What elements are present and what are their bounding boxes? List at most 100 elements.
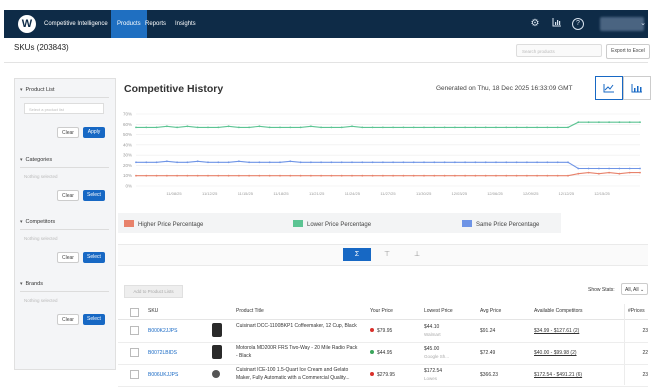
- sum-segment[interactable]: Σ: [343, 248, 371, 261]
- filter-header-competitors[interactable]: ▾ Competitors: [20, 217, 109, 227]
- clear-button[interactable]: Clear: [57, 190, 79, 201]
- divider: [20, 97, 109, 98]
- bar-chart-toggle[interactable]: [623, 76, 651, 100]
- table-row[interactable]: B000K2JJPS Cuisinart DCC-1100BKP1 Coffee…: [118, 320, 648, 343]
- product-list-select[interactable]: Select a product list: [24, 103, 104, 114]
- data-point: [412, 126, 415, 129]
- gear-icon[interactable]: ⚙: [528, 17, 542, 31]
- select-all-checkbox[interactable]: [130, 308, 139, 317]
- data-point: [289, 160, 292, 163]
- line-chart-toggle[interactable]: [595, 76, 623, 100]
- legend-item-higher[interactable]: Higher Price Percentage: [124, 220, 203, 228]
- data-point: [176, 161, 178, 164]
- legend-item-same[interactable]: Same Price Percentage: [462, 220, 539, 228]
- data-point: [526, 126, 528, 129]
- available-competitors-link[interactable]: $34.99 - $127.61 (2): [534, 328, 579, 334]
- y-tick-label: 40%: [123, 142, 132, 147]
- filter-hint: Nothing selected: [24, 298, 58, 303]
- chevron-down-icon: ⌄: [640, 287, 645, 293]
- row-checkbox[interactable]: [130, 326, 139, 335]
- product-title: Cuisinart ICE-100 1.5-Quart Ice Cream an…: [236, 367, 350, 381]
- data-point: [155, 126, 158, 129]
- available-competitors-link[interactable]: $172.54 - $491.21 (6): [534, 372, 582, 378]
- data-point: [639, 167, 641, 170]
- data-point: [443, 126, 446, 129]
- data-point: [505, 126, 508, 129]
- chart-icon[interactable]: [550, 17, 564, 31]
- column-lowest-price[interactable]: Lowest Price: [424, 308, 453, 314]
- data-point: [433, 174, 436, 177]
- data-point: [556, 161, 559, 164]
- competitive-history-title: Competitive History: [124, 83, 224, 95]
- apply-button[interactable]: Apply: [83, 127, 105, 138]
- search-input[interactable]: Search products: [516, 44, 602, 57]
- show-stats-select[interactable]: All, All ⌄: [621, 283, 648, 295]
- column-product-title[interactable]: Product Title: [236, 308, 264, 314]
- column-available-competitors[interactable]: Available Competitors: [534, 308, 583, 314]
- available-competitors-link[interactable]: $40.00 - $99.98 (2): [534, 350, 577, 356]
- legend-label: Same Price Percentage: [476, 222, 540, 228]
- sku-link[interactable]: B006UKJJPS: [148, 372, 178, 378]
- data-point: [330, 126, 333, 129]
- clear-button[interactable]: Clear: [57, 314, 79, 325]
- data-point: [176, 174, 178, 177]
- data-point: [628, 171, 631, 174]
- data-point: [639, 121, 641, 124]
- table-row[interactable]: B006UKJJPS Cuisinart ICE-100 1.5-Quart I…: [118, 364, 648, 387]
- data-point: [474, 174, 477, 177]
- bottom-segment[interactable]: ⊥: [403, 248, 431, 261]
- data-point: [515, 161, 518, 164]
- table-row[interactable]: B0072LBIDS Motorola MD200R FRS Two-Way -…: [118, 342, 648, 365]
- help-icon[interactable]: ?: [572, 18, 584, 30]
- clear-button[interactable]: Clear: [57, 127, 79, 138]
- data-point: [515, 126, 518, 129]
- page-title: SKUs (203843): [14, 43, 69, 52]
- data-point: [371, 161, 374, 164]
- filter-categories: ▾ Categories Nothing selected Clear Selec…: [20, 155, 109, 201]
- clear-button[interactable]: Clear: [57, 252, 79, 263]
- data-point: [217, 174, 220, 177]
- nav-item-products[interactable]: Products: [111, 10, 147, 38]
- export-button[interactable]: Export to Excel: [606, 44, 650, 59]
- column-your-price[interactable]: Your Price: [370, 308, 393, 314]
- data-point: [454, 174, 456, 177]
- select-button[interactable]: Select: [83, 190, 105, 201]
- filter-header-product-list[interactable]: ▾ Product List: [20, 85, 109, 95]
- select-button[interactable]: Select: [83, 252, 105, 263]
- column-prices[interactable]: #Prices: [628, 308, 645, 314]
- nav-item-insights[interactable]: Insights: [175, 10, 196, 38]
- data-point: [135, 174, 137, 177]
- brand-logo[interactable]: W: [18, 15, 36, 33]
- data-point: [320, 174, 322, 177]
- x-tick-label: 12/09/25: [523, 191, 539, 196]
- data-point: [207, 174, 209, 177]
- chevron-down-icon[interactable]: ⌄: [636, 17, 650, 31]
- data-point: [268, 126, 271, 129]
- column-sku[interactable]: SKU: [148, 308, 158, 314]
- select-button[interactable]: Select: [83, 314, 105, 325]
- data-point: [608, 167, 610, 170]
- caret-down-icon: ▾: [20, 87, 23, 93]
- filter-header-categories[interactable]: ▾ Categories: [20, 155, 109, 165]
- data-point: [577, 121, 580, 124]
- column-avg-price[interactable]: Avg Price: [480, 308, 501, 314]
- nav-item-reports[interactable]: Reports: [145, 10, 166, 38]
- legend-item-lower[interactable]: Lower Price Percentage: [293, 220, 371, 228]
- data-point: [340, 174, 343, 177]
- top-segment[interactable]: ⊤: [373, 248, 401, 261]
- data-point: [402, 126, 405, 129]
- filter-header-brands[interactable]: ▾ Brands: [20, 279, 109, 289]
- data-point: [135, 126, 137, 129]
- nav-item-competitive-intelligence[interactable]: Competitive Intelligence: [44, 10, 108, 38]
- row-checkbox[interactable]: [130, 348, 139, 357]
- add-to-product-lists-button[interactable]: Add to Product Lists: [124, 285, 183, 298]
- data-point: [443, 174, 446, 177]
- data-point: [166, 174, 168, 177]
- data-point: [536, 174, 538, 177]
- data-point: [330, 161, 333, 164]
- sku-link[interactable]: B0072LBIDS: [148, 350, 177, 356]
- data-point: [505, 174, 508, 177]
- sku-link[interactable]: B000K2JJPS: [148, 328, 177, 334]
- row-checkbox[interactable]: [130, 370, 139, 379]
- filter-title: Product List: [25, 87, 55, 93]
